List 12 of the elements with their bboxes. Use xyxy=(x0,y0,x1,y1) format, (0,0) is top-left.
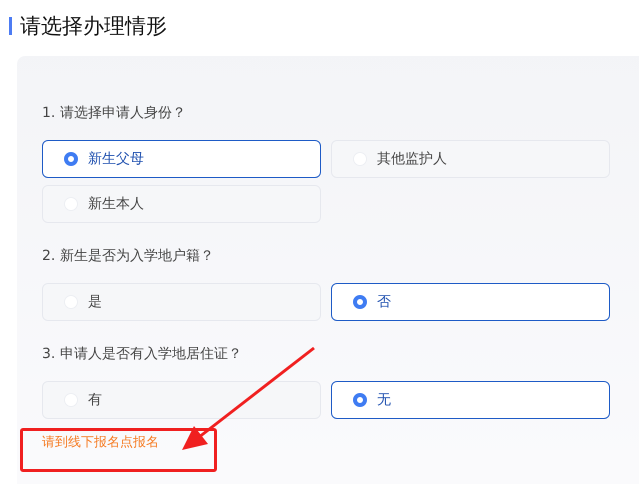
radio-option[interactable]: 其他监护人 xyxy=(331,140,610,178)
radio-option[interactable]: 新生父母 xyxy=(42,140,321,178)
question-label: 3. 申请人是否有入学地居住证？ xyxy=(42,345,243,363)
notice-text: 请到线下报名点报名 xyxy=(42,434,160,451)
radio-option[interactable]: 否 xyxy=(331,283,610,321)
section-title: 请选择办理情形 xyxy=(20,13,167,40)
radio-option[interactable]: 是 xyxy=(42,283,321,321)
radio-option[interactable]: 新生本人 xyxy=(42,185,321,223)
question-label: 2. 新生是否为入学地户籍？ xyxy=(42,247,215,265)
radio-option[interactable]: 有 xyxy=(42,381,321,419)
question-label: 1. 请选择申请人身份？ xyxy=(42,104,187,122)
radio-option[interactable]: 无 xyxy=(331,381,610,419)
